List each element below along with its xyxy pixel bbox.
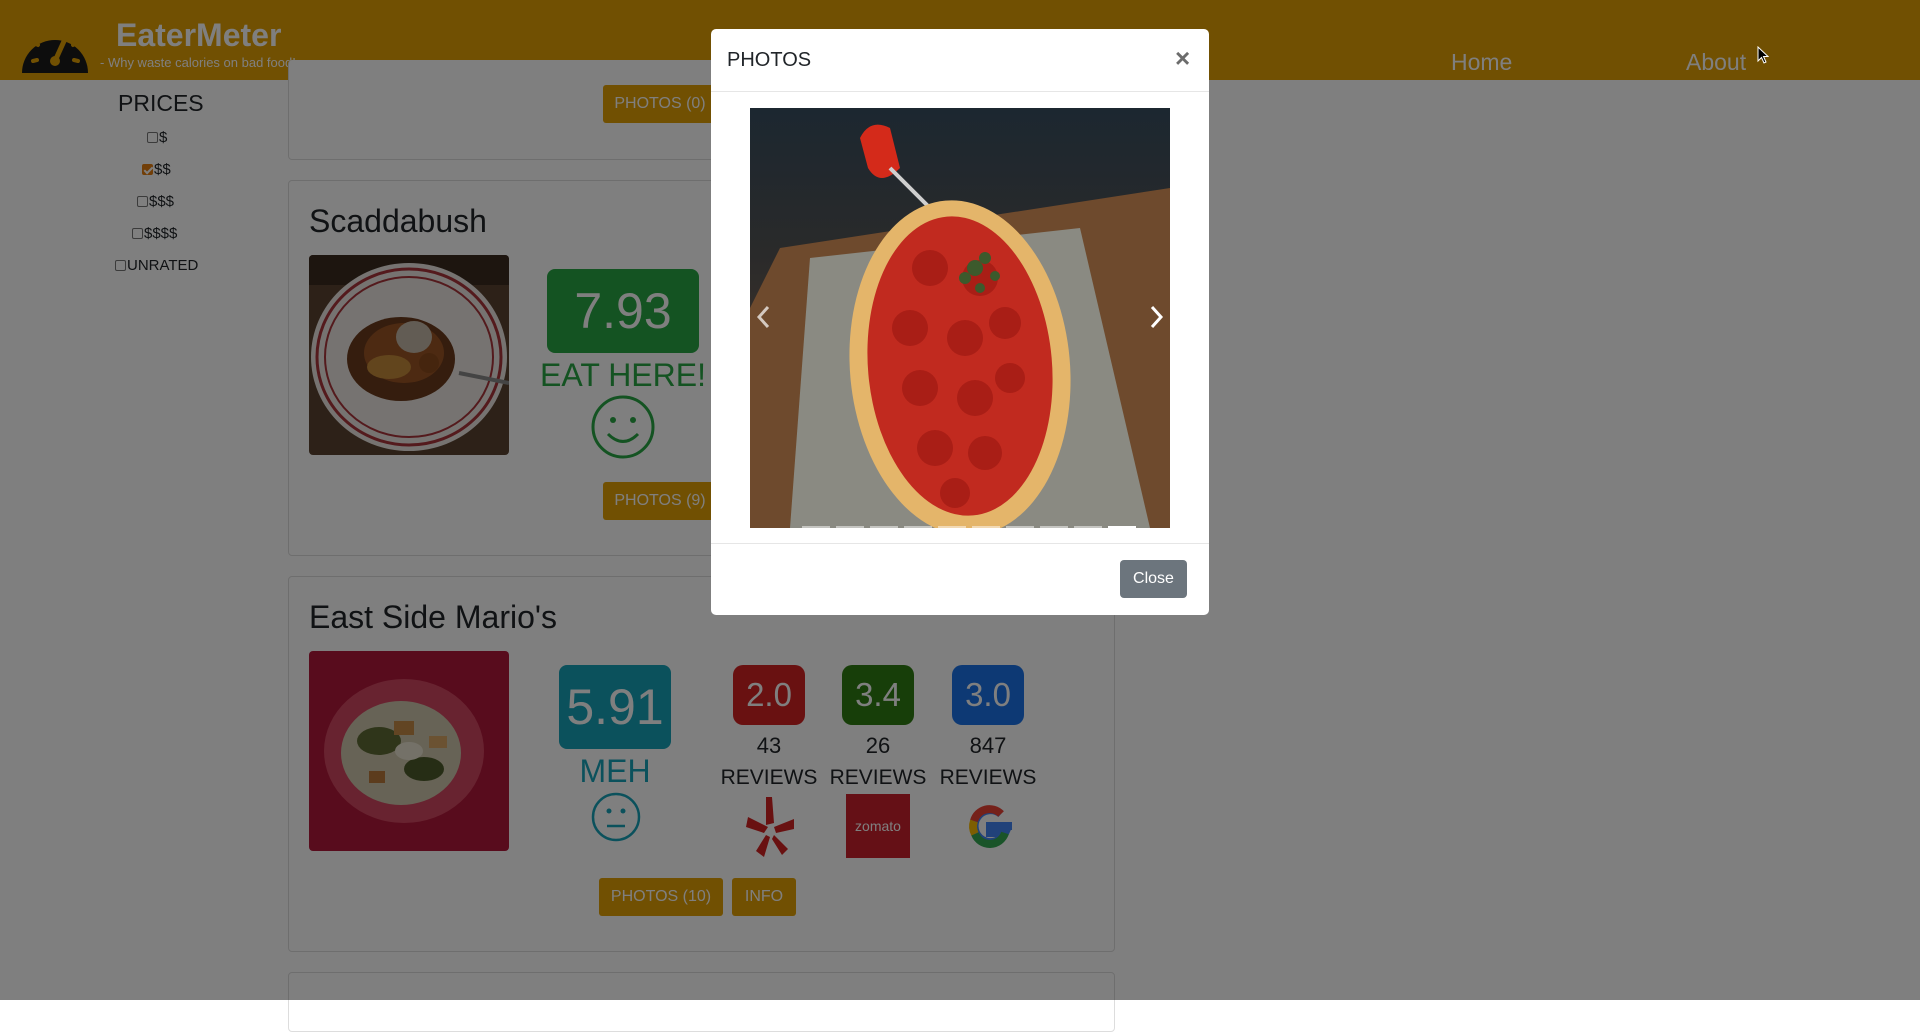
carousel-indicator[interactable] <box>938 526 966 528</box>
close-button[interactable]: Close <box>1120 560 1187 598</box>
carousel-indicator[interactable] <box>870 526 898 528</box>
carousel-indicator[interactable] <box>1006 526 1034 528</box>
pizza-photo <box>750 108 1170 528</box>
carousel-indicator-active[interactable] <box>1108 526 1136 528</box>
modal-divider <box>711 543 1209 544</box>
carousel-indicator[interactable] <box>904 526 932 528</box>
carousel-indicator[interactable] <box>972 526 1000 528</box>
mouse-cursor-icon <box>1757 46 1769 64</box>
carousel-indicator[interactable] <box>1074 526 1102 528</box>
carousel-indicator[interactable] <box>802 526 830 528</box>
carousel-prev-chevron-icon[interactable] <box>754 304 774 330</box>
carousel-next-chevron-icon[interactable] <box>1146 304 1166 330</box>
photos-modal: PHOTOS × Close <box>711 29 1209 615</box>
close-icon[interactable]: × <box>1175 43 1190 74</box>
carousel-indicator[interactable] <box>1040 526 1068 528</box>
carousel-indicator[interactable] <box>836 526 864 528</box>
carousel-indicators <box>802 526 1136 528</box>
photo-carousel[interactable] <box>750 108 1170 528</box>
modal-divider <box>711 91 1209 92</box>
modal-title: PHOTOS <box>727 49 812 71</box>
